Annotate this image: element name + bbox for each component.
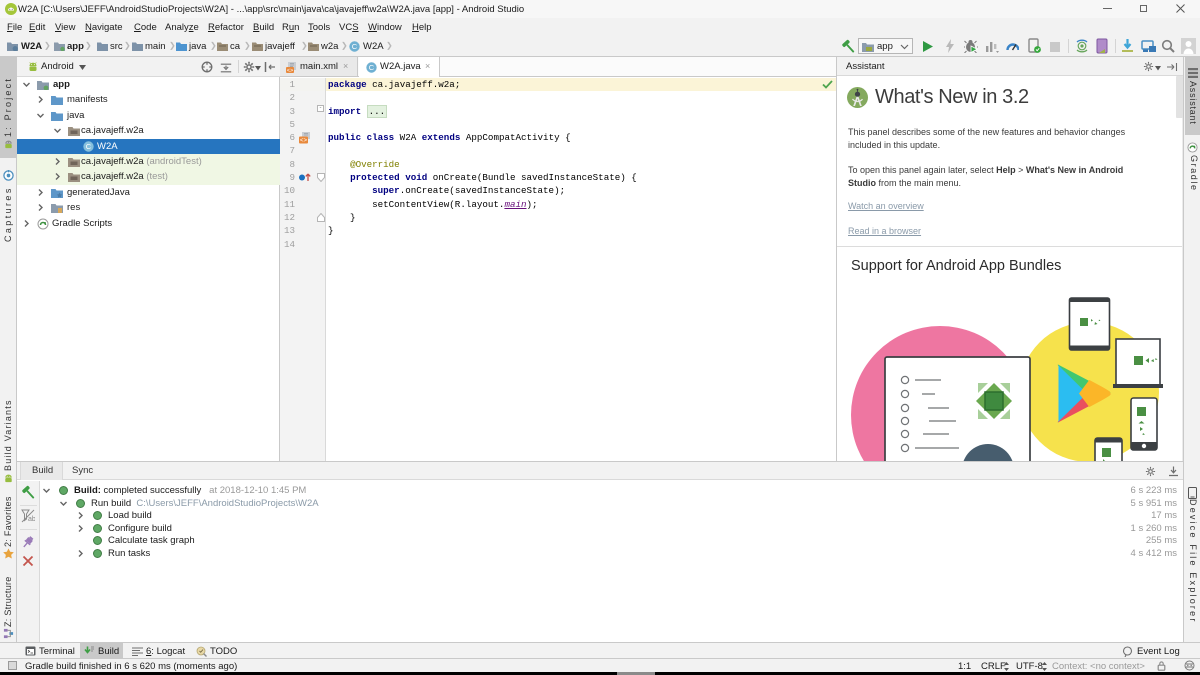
svg-text:ab: ab	[28, 516, 35, 523]
svg-text:C: C	[352, 42, 358, 51]
svg-text:C: C	[369, 63, 375, 72]
svg-text:<>: <>	[300, 137, 308, 144]
svg-text:<>: <>	[287, 66, 294, 72]
svg-text:C: C	[86, 142, 92, 151]
